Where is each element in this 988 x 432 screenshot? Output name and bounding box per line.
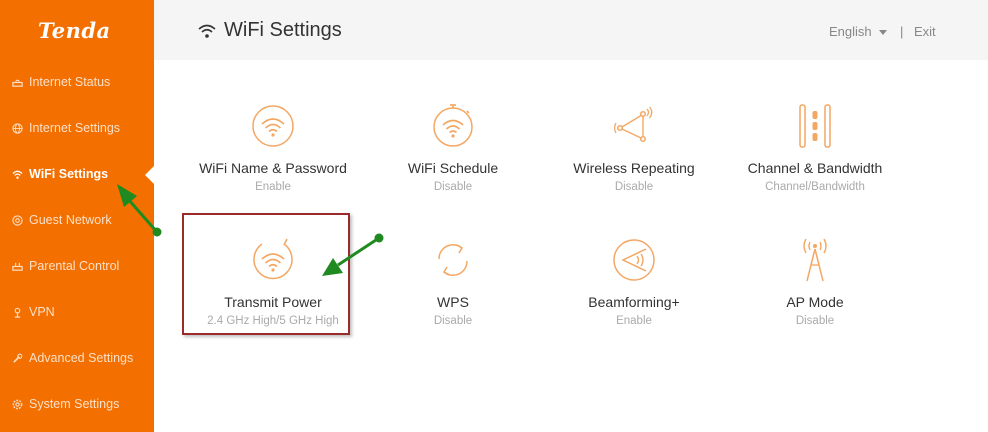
sidebar-item-label: Internet Status [29, 75, 111, 89]
tile-wireless-repeating[interactable]: Wireless Repeating Disable [539, 103, 729, 193]
sidebar-item-label: WiFi Settings [29, 167, 109, 181]
sidebar-item-advanced-settings[interactable]: Advanced Settings [12, 348, 133, 368]
tile-wifi-schedule[interactable]: WiFi Schedule Disable [358, 103, 548, 193]
sidebar-item-label: System Settings [29, 397, 120, 411]
language-select[interactable]: English [829, 24, 872, 39]
sidebar-item-internet-status[interactable]: Internet Status [12, 72, 110, 92]
wps-icon [438, 244, 468, 276]
tile-beamforming[interactable]: Beamforming+ Enable [539, 237, 729, 327]
tile-wps[interactable]: WPS Disable [358, 237, 548, 327]
sidebar-item-parental-control[interactable]: Parental Control [12, 256, 119, 276]
tile-title: Beamforming+ [588, 294, 680, 310]
wifi-icon [198, 24, 216, 38]
globe-icon [12, 122, 23, 134]
tile-title: WiFi Schedule [407, 160, 499, 176]
ap-tower-icon [803, 238, 827, 282]
wifi-timer-icon [433, 104, 473, 147]
wifi-circle-icon [252, 105, 294, 147]
tile-channel-bandwidth[interactable]: Channel & Bandwidth Channel/Bandwidth [720, 103, 910, 193]
tile-title: Wireless Repeating [573, 160, 695, 176]
sidebar: Tenda Internet Status Internet Settings … [0, 0, 154, 432]
tile-title: AP Mode [786, 294, 844, 310]
sidebar-item-label: Guest Network [29, 213, 112, 227]
repeater-icon [613, 106, 653, 143]
sidebar-item-guest-network[interactable]: Guest Network [12, 210, 112, 230]
active-item-pointer [145, 166, 154, 184]
tile-status: Enable [255, 181, 291, 193]
exit-link[interactable]: Exit [914, 24, 936, 39]
header-separator: | [900, 24, 904, 39]
wrench-icon [13, 353, 23, 363]
gear-icon [12, 399, 23, 409]
sidebar-item-label: Parental Control [29, 259, 120, 273]
parental-icon [12, 262, 23, 271]
tile-wifi-name-password[interactable]: WiFi Name & Password Enable [178, 103, 368, 193]
page-title: WiFi Settings [224, 19, 342, 41]
tenda-logo: Tenda [38, 18, 111, 43]
sidebar-item-vpn[interactable]: VPN [12, 302, 55, 322]
tile-status: Channel/Bandwidth [765, 181, 865, 193]
tile-status: Disable [614, 181, 654, 193]
sidebar-item-internet-settings[interactable]: Internet Settings [12, 118, 120, 138]
tile-status: Disable [433, 315, 473, 327]
vpn-icon [14, 307, 21, 318]
sidebar-item-system-settings[interactable]: System Settings [12, 394, 119, 414]
router-icon [12, 79, 23, 87]
guest-icon [12, 214, 23, 226]
sidebar-item-label: Advanced Settings [29, 351, 134, 365]
sidebar-item-label: Internet Settings [29, 121, 121, 135]
chevron-down-icon[interactable] [879, 30, 887, 35]
sidebar-item-wifi-settings[interactable]: WiFi Settings [12, 164, 108, 184]
channel-icon [799, 104, 831, 148]
tile-status: Disable [433, 181, 473, 193]
tile-status: Disable [795, 315, 835, 327]
tile-title: WiFi Name & Password [199, 160, 347, 176]
tile-status: Enable [616, 315, 652, 327]
tile-title: WPS [437, 294, 469, 310]
header-bar: WiFi Settings English | Exit [154, 0, 988, 60]
sidebar-item-label: VPN [29, 305, 55, 319]
tile-ap-mode[interactable]: AP Mode Disable [720, 237, 910, 327]
wifi-icon [12, 170, 23, 179]
transmit-power-highlight-box [182, 213, 350, 335]
tile-title: Channel & Bandwidth [747, 160, 883, 176]
beamforming-icon [613, 239, 655, 281]
